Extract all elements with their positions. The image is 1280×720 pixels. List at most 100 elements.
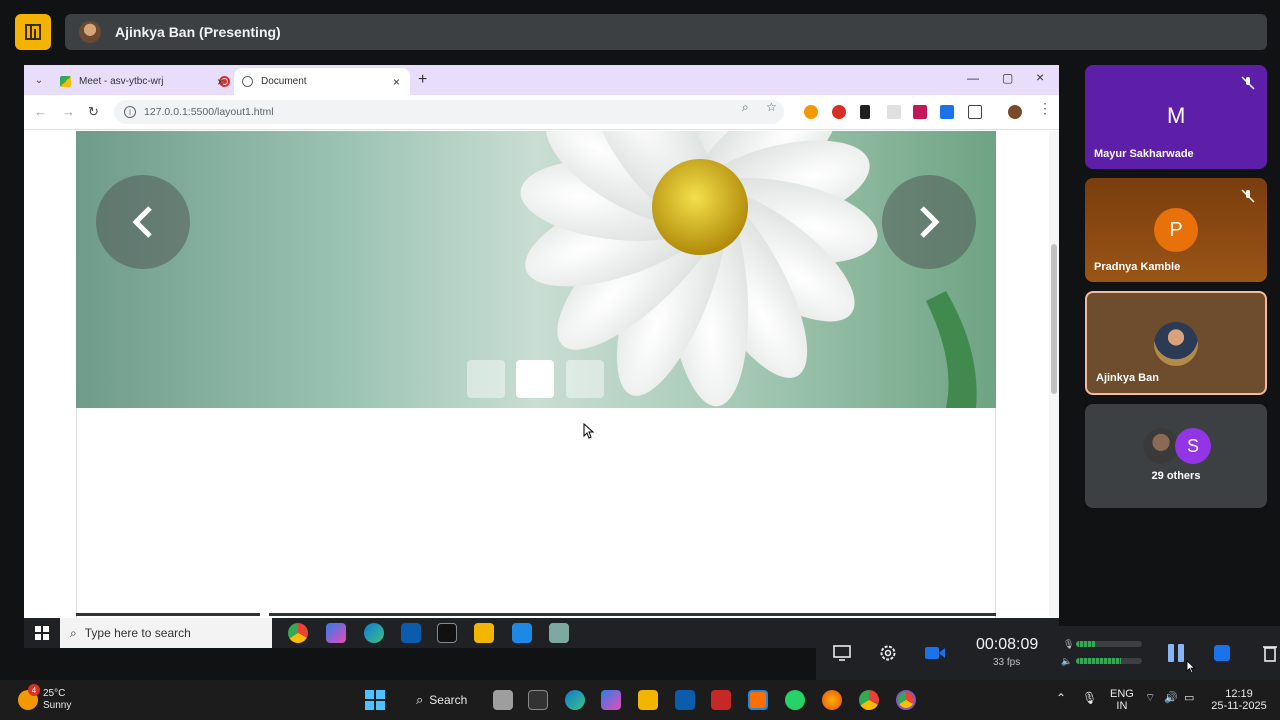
windows-start-icon[interactable] (35, 626, 49, 640)
trash-icon[interactable] (1258, 641, 1280, 665)
microphone-icon[interactable]: 🎙 (1082, 692, 1097, 704)
app-icon[interactable] (549, 623, 569, 643)
taskbar-search-button[interactable]: ⌕ Search (406, 687, 486, 713)
eyedropper-extension-icon[interactable] (860, 105, 870, 119)
slider-dot-active[interactable] (516, 360, 554, 398)
minimize-icon[interactable]: — (967, 71, 979, 85)
extension-blank-icon[interactable] (887, 105, 901, 119)
mouse-cursor-icon (583, 423, 595, 439)
copilot-app-icon[interactable] (601, 690, 621, 710)
shared-screen: ⌄ Meet - asv-ytbc-wrj × Document × + — ▢… (24, 65, 1059, 648)
edge-app-icon[interactable] (364, 623, 384, 643)
tab-search-chevron-icon[interactable]: ⌄ (30, 71, 48, 89)
slider-dot[interactable] (467, 360, 505, 398)
extension-1-icon[interactable] (804, 105, 818, 119)
bookmark-star-icon[interactable]: ☆ (766, 100, 777, 114)
participant-name: Ajinkya Ban (1096, 372, 1159, 384)
zoom-icon[interactable]: ⌕ (742, 100, 749, 115)
mouse-cursor-icon (1186, 660, 1196, 674)
tab-meet[interactable]: Meet - asv-ytbc-wrj × (54, 68, 234, 95)
close-window-icon[interactable]: × (1036, 69, 1044, 85)
content-area (76, 408, 996, 618)
maximize-icon[interactable]: ▢ (1002, 71, 1013, 85)
web-page (24, 131, 1059, 648)
slider-next-button[interactable] (882, 175, 976, 269)
participant-tile[interactable]: M Mayur Sakharwade (1085, 65, 1267, 169)
firefox-app-icon[interactable] (822, 690, 842, 710)
clock-date: 25-11-2025 (1211, 700, 1267, 712)
windows-search-box[interactable]: ⌕ Type here to search (60, 618, 272, 648)
slider-dot[interactable] (566, 360, 604, 398)
weather-widget[interactable]: 4 25°C Sunny (18, 684, 72, 712)
participant-avatar (1154, 322, 1198, 366)
others-tile[interactable]: S 29 others (1085, 404, 1267, 508)
store-app-icon[interactable] (675, 690, 695, 710)
participant-name: Mayur Sakharwade (1094, 148, 1194, 160)
chrome-app-icon[interactable] (288, 623, 308, 643)
site-info-icon[interactable]: i (124, 106, 136, 118)
terminal-app-icon[interactable] (437, 623, 457, 643)
language-indicator[interactable]: ENG IN (1110, 688, 1134, 712)
participant-initial: M (1167, 103, 1186, 128)
search-icon: ⌕ (70, 625, 77, 640)
download-extension-icon[interactable] (913, 105, 927, 119)
pause-button[interactable] (1164, 641, 1188, 665)
meet-favicon-icon (60, 76, 71, 87)
participant-tile[interactable]: P Pradnya Kamble (1085, 178, 1267, 282)
volume-icon[interactable]: 🔊 (1164, 692, 1178, 704)
task-view-icon[interactable] (493, 690, 513, 710)
screen-recorder-bar: 00:08:09 33 fps 🎙 🔈 (816, 626, 1280, 680)
clock[interactable]: 12:19 25-11-2025 (1209, 688, 1269, 712)
vscode-app-icon[interactable] (512, 623, 532, 643)
scrollbar-thumb[interactable] (1051, 244, 1057, 394)
edge-app-icon[interactable] (565, 690, 585, 710)
tab-document-close-icon[interactable]: × (393, 75, 400, 89)
sun-icon: 4 (18, 684, 40, 710)
globe-icon (242, 76, 253, 87)
chrome-app-icon[interactable] (859, 690, 879, 710)
page-scrollbar[interactable] (1049, 131, 1059, 648)
presenter-label: Ajinkya Ban (Presenting) (115, 24, 281, 40)
back-icon[interactable]: ← (34, 104, 47, 119)
whatsapp-app-icon[interactable] (785, 690, 805, 710)
notification-badge: 4 (28, 684, 40, 696)
mcafee-app-icon[interactable] (711, 690, 731, 710)
kebab-menu-icon[interactable]: ⋮ (1038, 100, 1052, 117)
new-tab-icon[interactable]: + (418, 71, 427, 89)
search-icon: ⌕ (416, 692, 424, 707)
chevron-up-icon[interactable]: ⌃ (1056, 692, 1066, 704)
windows-start-icon[interactable] (365, 690, 385, 710)
wifi-icon[interactable]: ⌔ (1145, 692, 1155, 704)
tab-document[interactable]: Document × (234, 68, 410, 95)
tab-meet-close-icon[interactable]: × (217, 75, 224, 89)
taskbar-search-label: Search (429, 693, 468, 707)
reload-icon[interactable]: ↻ (88, 104, 99, 120)
stop-button[interactable] (1210, 641, 1234, 665)
battery-icon[interactable]: ▭ (1184, 692, 1194, 704)
file-explorer-app-icon[interactable] (474, 623, 494, 643)
camera-icon[interactable] (923, 641, 947, 665)
extensions-icon[interactable] (968, 105, 982, 119)
terminal-app-icon[interactable] (528, 690, 548, 710)
forward-icon[interactable]: → (62, 104, 75, 119)
others-avatar-letter: S (1175, 428, 1211, 464)
participant-tile-active[interactable]: Ajinkya Ban (1085, 291, 1267, 395)
store-app-icon[interactable] (401, 623, 421, 643)
presenter-avatar (79, 21, 101, 43)
address-bar[interactable]: i 127.0.0.1:5500/layout1.html (114, 100, 784, 124)
chrome-profile-app-icon[interactable] (896, 690, 916, 710)
jetbrains-app-icon[interactable] (748, 690, 768, 710)
chevron-left-icon (132, 206, 152, 238)
windows-search-placeholder: Type here to search (84, 626, 191, 640)
puzzle-extension-icon[interactable] (940, 105, 954, 119)
screen-select-icon[interactable] (830, 641, 854, 665)
adblock-extension-icon[interactable] (832, 105, 846, 119)
file-explorer-app-icon[interactable] (638, 690, 658, 710)
profile-avatar[interactable] (1008, 105, 1022, 119)
gear-icon[interactable] (876, 641, 900, 665)
weather-condition: Sunny (43, 700, 72, 711)
copilot-app-icon[interactable] (326, 623, 346, 643)
region-code: IN (1116, 700, 1128, 712)
slider-prev-button[interactable] (96, 175, 190, 269)
mic-level-meter (1076, 641, 1142, 647)
